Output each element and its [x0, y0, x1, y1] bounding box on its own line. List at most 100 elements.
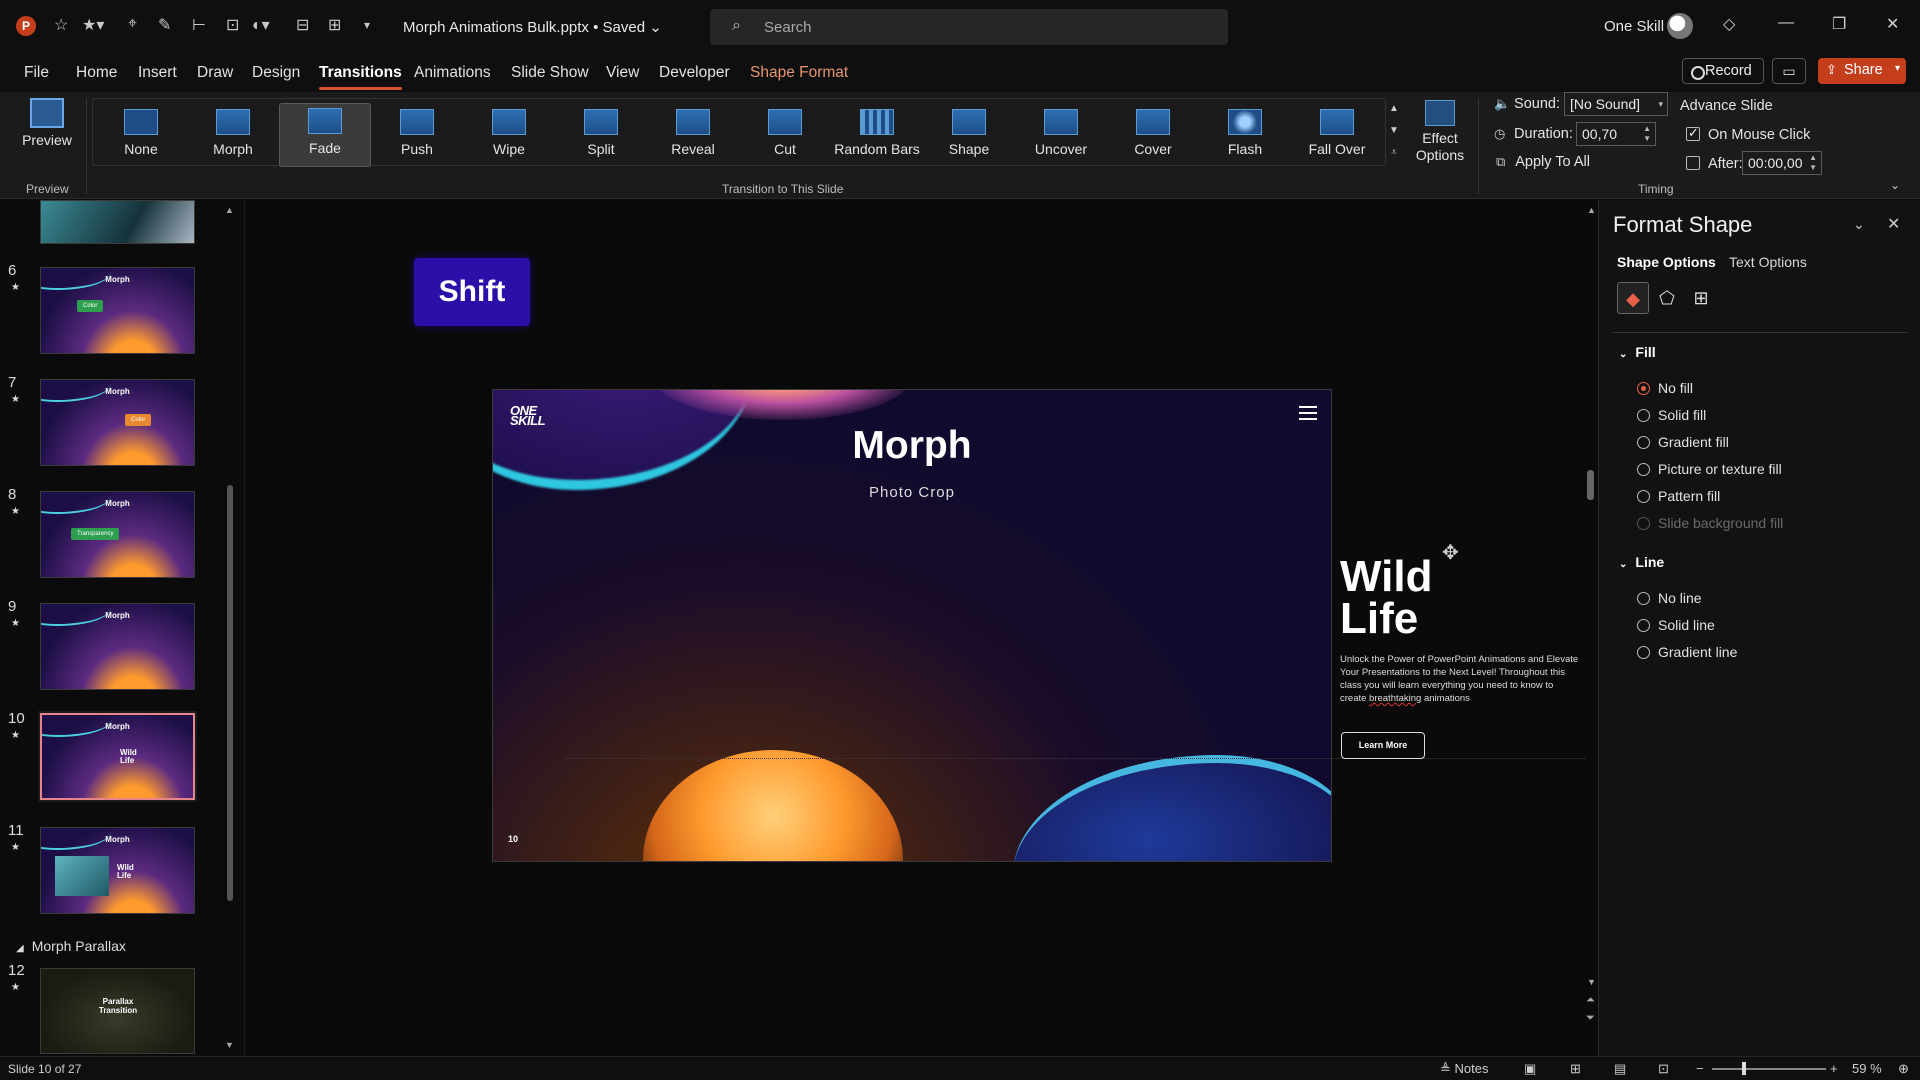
line-section-header[interactable]: ⌄ Line: [1619, 554, 1664, 570]
diamond-icon[interactable]: ◇: [1723, 14, 1735, 34]
transition-flash[interactable]: Flash: [1199, 105, 1291, 167]
collapse-ribbon-icon[interactable]: ⌄: [1890, 178, 1900, 192]
slide-sorter-icon[interactable]: ⊞: [1570, 1061, 1581, 1077]
solid-fill-radio[interactable]: Solid fill: [1637, 407, 1706, 423]
slide-logo[interactable]: ONE SKILL: [510, 404, 546, 427]
tab-view[interactable]: View: [606, 64, 639, 82]
slide-thumbnail-8[interactable]: Morph Transparency: [40, 491, 195, 578]
zoom-out-icon[interactable]: −: [1696, 1061, 1704, 1076]
scroll-down-icon[interactable]: ▼: [225, 1040, 234, 1050]
close-icon[interactable]: ✕: [1887, 214, 1900, 234]
transition-fade[interactable]: Fade: [279, 103, 371, 167]
zoom-slider[interactable]: [1712, 1068, 1826, 1070]
tab-file[interactable]: File: [24, 64, 49, 82]
customize-toolbar-icon[interactable]: ▾: [364, 18, 370, 32]
picture-fill-radio[interactable]: Picture or texture fill: [1637, 461, 1782, 477]
fill-section-header[interactable]: ⌄ Fill: [1619, 344, 1656, 360]
tab-animations[interactable]: Animations: [414, 64, 491, 82]
transition-reveal[interactable]: Reveal: [647, 105, 739, 167]
duration-input[interactable]: 00,70 ▲ ▼: [1576, 122, 1656, 146]
slide-thumbnail-7[interactable]: Morph Color: [40, 379, 195, 466]
hamburger-menu-icon[interactable]: [1299, 406, 1317, 424]
effect-options-button[interactable]: Effect Options: [1410, 98, 1470, 178]
align-icon[interactable]: ⊢: [192, 15, 206, 35]
restore-icon[interactable]: ❐: [1832, 14, 1846, 34]
previous-slide-icon[interactable]: ⏶: [1586, 994, 1595, 1007]
normal-view-icon[interactable]: ▣: [1524, 1061, 1536, 1077]
tab-shape-options[interactable]: Shape Options: [1617, 254, 1716, 270]
slide-title[interactable]: Morph: [493, 424, 1331, 468]
slide-thumbnail-9[interactable]: Morph: [40, 603, 195, 690]
current-slide[interactable]: ONE SKILL Morph Photo Crop 10: [492, 389, 1332, 862]
tab-draw[interactable]: Draw: [197, 64, 233, 82]
pattern-fill-radio[interactable]: Pattern fill: [1637, 488, 1720, 504]
reading-view-icon[interactable]: ▤: [1614, 1061, 1626, 1077]
tab-transitions[interactable]: Transitions: [319, 64, 402, 90]
tab-slide-show[interactable]: Slide Show: [511, 64, 589, 82]
gradient-fill-radio[interactable]: Gradient fill: [1637, 434, 1729, 450]
size-properties-icon[interactable]: ⊞: [1685, 282, 1717, 314]
after-input[interactable]: 00:00,00 ▲ ▼: [1742, 151, 1822, 175]
zoom-in-icon[interactable]: +: [1830, 1061, 1838, 1076]
scroll-up-icon[interactable]: ▲: [225, 205, 234, 215]
sound-select[interactable]: [No Sound] ▾: [1564, 92, 1668, 116]
chevron-down-icon[interactable]: ▾: [1895, 63, 1900, 74]
tab-design[interactable]: Design: [252, 64, 300, 82]
close-icon[interactable]: ✕: [1886, 14, 1899, 34]
notes-button[interactable]: ≜ Notes: [1440, 1061, 1489, 1077]
transition-wipe[interactable]: Wipe: [463, 105, 555, 167]
slideshow-icon[interactable]: ⊡: [1658, 1061, 1669, 1077]
slide-thumbnail-6[interactable]: Morph Color: [40, 267, 195, 354]
gradient-line-radio[interactable]: Gradient line: [1637, 644, 1737, 660]
wild-life-body-text[interactable]: Unlock the Power of PowerPoint Animation…: [1340, 653, 1580, 705]
minimize-icon[interactable]: —: [1778, 14, 1794, 32]
no-fill-radio[interactable]: No fill: [1637, 380, 1693, 396]
section-header-morph-parallax[interactable]: ◢ Morph Parallax: [16, 938, 126, 954]
transition-random-bars[interactable]: Random Bars: [831, 105, 923, 167]
transition-none[interactable]: None: [95, 105, 187, 167]
document-title[interactable]: Morph Animations Bulk.pptx • Saved ⌄: [403, 18, 662, 36]
no-line-radio[interactable]: No line: [1637, 590, 1702, 606]
gallery-more-icon[interactable]: ⩡: [1385, 142, 1403, 164]
collapse-section-icon[interactable]: ◢: [16, 943, 24, 954]
scroll-down-icon[interactable]: ▼: [1587, 977, 1596, 987]
task-pane-options-icon[interactable]: ⌄: [1853, 216, 1865, 233]
user-name[interactable]: One Skill: [1604, 18, 1664, 35]
tab-developer[interactable]: Developer: [659, 64, 730, 82]
transition-split[interactable]: Split: [555, 105, 647, 167]
scroll-up-icon[interactable]: ▲: [1587, 205, 1596, 215]
transition-fall-over[interactable]: Fall Over: [1291, 105, 1383, 167]
autosave-icon[interactable]: ☆: [54, 15, 68, 35]
tab-shape-format[interactable]: Shape Format: [750, 64, 848, 82]
transition-morph[interactable]: Morph: [187, 105, 279, 167]
gallery-up-icon[interactable]: ▲: [1385, 98, 1403, 120]
stepper-icon[interactable]: ▲ ▼: [1643, 124, 1651, 144]
sun-shape[interactable]: [643, 750, 903, 861]
tab-text-options[interactable]: Text Options: [1729, 254, 1807, 270]
zoom-level[interactable]: 59 %: [1852, 1061, 1882, 1076]
stepper-icon[interactable]: ▲ ▼: [1809, 153, 1817, 173]
slide-number-label[interactable]: 10: [508, 834, 518, 844]
pen-icon[interactable]: ✎: [158, 15, 171, 35]
avatar[interactable]: [1667, 13, 1693, 39]
effects-pentagon-icon[interactable]: ⬠: [1651, 282, 1683, 314]
slide-thumbnail-12[interactable]: Parallax Transition: [40, 968, 195, 1054]
slide-thumbnail-5-partial[interactable]: [40, 200, 195, 244]
tab-home[interactable]: Home: [76, 64, 117, 82]
transition-uncover[interactable]: Uncover: [1015, 105, 1107, 167]
solid-line-radio[interactable]: Solid line: [1637, 617, 1715, 633]
zoom-slider-thumb[interactable]: [1742, 1062, 1746, 1075]
transition-cover[interactable]: Cover: [1107, 105, 1199, 167]
quick-access-icon[interactable]: ⌖: [128, 15, 137, 33]
favorites-icon[interactable]: ★▾: [82, 15, 104, 35]
after-checkbox[interactable]: After:: [1686, 156, 1743, 172]
align-center-icon[interactable]: ⊞: [328, 15, 341, 35]
scroll-thumb[interactable]: [227, 485, 233, 901]
transition-push[interactable]: Push: [371, 105, 463, 167]
share-button[interactable]: ⇪ Share ▾: [1818, 58, 1906, 84]
crop-icon[interactable]: ⊡: [226, 15, 239, 35]
distribute-icon[interactable]: ⊟: [296, 15, 309, 35]
slide-thumbnail-10[interactable]: Morph Wild Life: [38, 711, 197, 802]
tab-insert[interactable]: Insert: [138, 64, 177, 82]
preview-button[interactable]: Preview: [14, 98, 80, 178]
